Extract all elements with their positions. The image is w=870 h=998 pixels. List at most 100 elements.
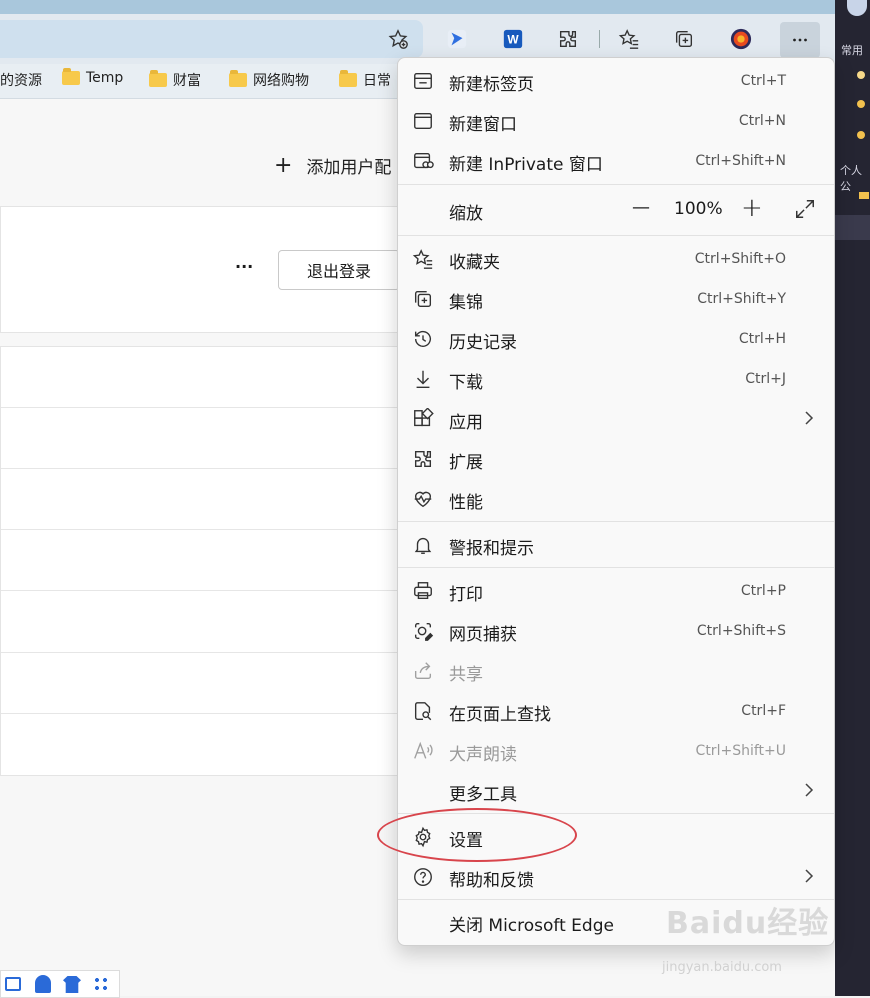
menu-label: 共享 [449, 665, 483, 685]
watermark-logo: Baidu经验 [666, 906, 830, 941]
menu-label: 警报和提示 [449, 539, 534, 559]
folder-icon [859, 192, 869, 199]
menu-web-capture[interactable]: 网页捕获 Ctrl+Shift+S [398, 611, 834, 651]
svg-text:W: W [507, 33, 519, 47]
add-profile-button[interactable]: + 添加用户配 [274, 153, 391, 178]
menu-label: 新建标签页 [449, 75, 534, 95]
menu-label: 收藏夹 [449, 253, 500, 273]
bookmark-folder[interactable]: 日常 [339, 70, 391, 90]
sign-out-button[interactable]: 退出登录 [278, 250, 400, 290]
menu-new-window[interactable]: 新建窗口 Ctrl+N [398, 101, 834, 141]
menu-favorites[interactable]: 收藏夹 Ctrl+Shift+O [398, 239, 834, 279]
side-selected-row[interactable] [835, 215, 870, 240]
menu-shortcut: Ctrl+H [738, 331, 786, 347]
title-strip [0, 0, 835, 14]
menu-label: 打印 [449, 585, 483, 605]
expand-icon[interactable] [794, 198, 816, 220]
zoom-value: 100% [674, 199, 723, 219]
menu-find[interactable]: 在页面上查找 Ctrl+F [398, 691, 834, 731]
menu-apps[interactable]: 应用 [398, 399, 834, 439]
list-divider [1, 590, 401, 591]
menu-performance[interactable]: 性能 [398, 479, 834, 519]
list-divider [1, 468, 401, 469]
user-icon[interactable] [35, 975, 51, 993]
menu-label: 在页面上查找 [449, 705, 551, 725]
favorites-icon[interactable] [612, 22, 646, 56]
bookmark-folder[interactable]: 财富 [149, 70, 201, 90]
folder-icon [149, 70, 167, 87]
toolbar-divider [599, 30, 600, 48]
menu-zoom: 缩放 — 100% + [398, 189, 834, 231]
menu-history[interactable]: 历史记录 Ctrl+H [398, 319, 834, 359]
read-aloud-icon [412, 740, 434, 762]
menu-extensions[interactable]: 扩展 [398, 439, 834, 479]
bookmark-item[interactable]: 的资源 [0, 70, 42, 90]
star-add-icon[interactable] [381, 22, 415, 56]
zoom-out-button[interactable]: — [632, 197, 650, 218]
bookmark-folder[interactable]: Temp [62, 68, 124, 86]
chevron-right-icon [802, 781, 816, 799]
menu-collections[interactable]: 集锦 Ctrl+Shift+Y [398, 279, 834, 319]
side-panel: 常用 个人公 [835, 0, 870, 996]
menu-help[interactable]: 帮助和反馈 [398, 857, 834, 897]
bookmark-folder[interactable]: 网络购物 [229, 70, 309, 90]
highlight-ellipse [377, 808, 577, 862]
menu-shortcut: Ctrl+T [740, 73, 786, 89]
avatar[interactable] [724, 22, 758, 56]
menu-separator [398, 567, 834, 568]
shirt-icon[interactable] [63, 976, 81, 993]
find-icon [412, 700, 434, 722]
menu-label: 缩放 [449, 204, 483, 224]
menu-label: 更多工具 [449, 785, 517, 805]
more-icon[interactable] [780, 22, 820, 58]
list-divider [1, 407, 401, 408]
menu-label: 历史记录 [449, 333, 517, 353]
address-bar[interactable] [0, 20, 423, 58]
printer-icon [412, 580, 434, 602]
menu-new-inprivate[interactable]: 新建 InPrivate 窗口 Ctrl+Shift+N [398, 141, 834, 181]
menu-shortcut: Ctrl+F [741, 703, 786, 719]
word-icon[interactable]: W [496, 22, 530, 56]
menu-alerts[interactable]: 警报和提示 [398, 525, 834, 565]
menu-label: 扩展 [449, 453, 483, 473]
folder-icon [229, 70, 247, 87]
menu-shortcut: Ctrl+Shift+N [695, 153, 786, 169]
avatar[interactable] [847, 0, 867, 16]
add-profile-label: 添加用户配 [306, 158, 392, 178]
menu-shortcut: Ctrl+Shift+U [695, 743, 786, 759]
extensions-icon[interactable] [551, 22, 585, 56]
zoom-in-button[interactable]: + [741, 193, 763, 223]
copilot-icon[interactable] [440, 22, 474, 56]
menu-read-aloud[interactable]: 大声朗读 Ctrl+Shift+U [398, 731, 834, 771]
chevron-right-icon [802, 867, 816, 885]
grid-icon[interactable] [93, 976, 109, 992]
menu-shortcut: Ctrl+J [745, 371, 786, 387]
profile-more-button[interactable]: ··· [235, 257, 253, 276]
menu-label: 新建窗口 [449, 115, 517, 135]
side-label-common: 常用 [841, 44, 863, 57]
puzzle-icon [412, 448, 434, 470]
menu-share[interactable]: 共享 [398, 651, 834, 691]
menu-print[interactable]: 打印 Ctrl+P [398, 571, 834, 611]
bookmark-label: Temp [86, 70, 124, 86]
menu-downloads[interactable]: 下载 Ctrl+J [398, 359, 834, 399]
bookmark-label: 的资源 [0, 73, 42, 89]
menu-more-tools[interactable]: 更多工具 [398, 771, 834, 811]
star-list-icon [412, 248, 434, 270]
menu-shortcut: Ctrl+P [740, 583, 786, 599]
bullet-icon [857, 100, 865, 108]
window-icon [412, 110, 434, 132]
bullet-icon [857, 131, 865, 139]
collections-icon[interactable] [667, 22, 701, 56]
apps-icon [412, 407, 434, 430]
bookmark-label: 财富 [173, 73, 201, 89]
side-label-personal: 个人公 [840, 164, 862, 193]
menu-new-tab[interactable]: 新建标签页 Ctrl+T [398, 61, 834, 101]
bookmark-label: 网络购物 [253, 73, 309, 89]
keyboard-icon[interactable] [5, 977, 21, 991]
menu-separator [398, 235, 834, 236]
menu-separator [398, 184, 834, 185]
menu-shortcut: Ctrl+Shift+O [694, 251, 786, 267]
menu-label: 帮助和反馈 [449, 871, 534, 891]
menu-shortcut: Ctrl+N [738, 113, 786, 129]
